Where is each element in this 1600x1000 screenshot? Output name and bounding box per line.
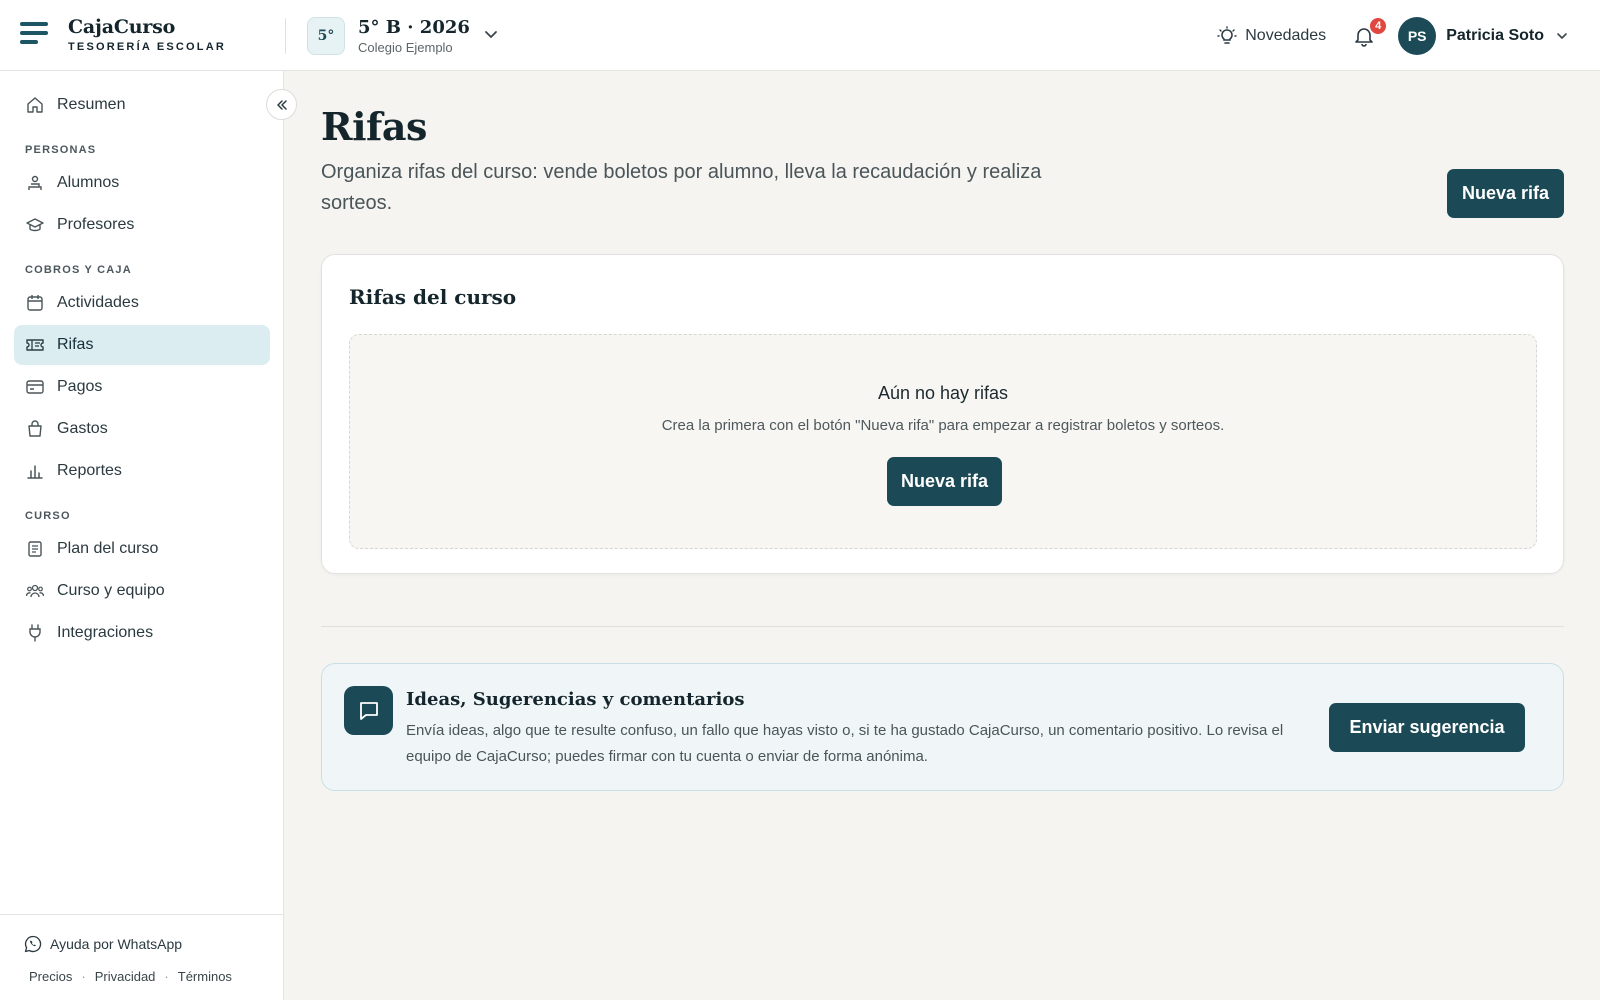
document-icon: [26, 540, 44, 558]
section-divider: [321, 626, 1564, 627]
separator: ·: [164, 969, 169, 984]
sidebar-item-resumen[interactable]: Resumen: [14, 85, 270, 125]
brand-tagline: TESORERÍA ESCOLAR: [68, 41, 227, 53]
sidebar: Resumen PERSONAS Alumnos Profesores COBR…: [0, 71, 284, 1000]
ticket-icon: [26, 336, 44, 354]
sidebar-item-gastos[interactable]: Gastos: [14, 409, 270, 449]
sidebar-item-reportes[interactable]: Reportes: [14, 451, 270, 491]
menu-icon[interactable]: [20, 22, 50, 48]
course-school: Colegio Ejemplo: [358, 40, 453, 55]
raffles-card: Rifas del curso Aún no hay rifas Crea la…: [321, 254, 1564, 574]
lightbulb-icon: [1217, 26, 1237, 44]
nav-section-cobros: COBROS Y CAJA: [25, 264, 132, 276]
whatsapp-help-link[interactable]: Ayuda por WhatsApp: [24, 935, 182, 953]
sidebar-item-integraciones[interactable]: Integraciones: [14, 613, 270, 653]
sidebar-item-label: Integraciones: [57, 624, 154, 641]
chevron-down-icon: [1557, 33, 1567, 39]
sidebar-item-plan-del-curso[interactable]: Plan del curso: [14, 529, 270, 569]
brand-name: CajaCurso: [68, 16, 176, 38]
page-description: Organiza rifas del curso: vende boletos …: [321, 161, 1042, 214]
sidebar-item-rifas[interactable]: Rifas: [14, 325, 270, 365]
separator: ·: [81, 969, 86, 984]
nav-section-curso: CURSO: [25, 510, 71, 522]
top-header: CajaCurso TESORERÍA ESCOLAR 5° 5° B · 20…: [0, 0, 1600, 71]
shopping-bag-icon: [26, 420, 44, 438]
sidebar-item-label: Actividades: [57, 294, 139, 311]
brand-logo[interactable]: CajaCurso TESORERÍA ESCOLAR: [68, 16, 226, 53]
sidebar-item-label: Plan del curso: [57, 540, 159, 557]
page-title: Rifas: [321, 104, 427, 149]
card-title: Rifas del curso: [349, 285, 517, 309]
whatsapp-label: Ayuda por WhatsApp: [50, 936, 183, 952]
empty-state-new-raffle-button[interactable]: Nueva rifa: [887, 457, 1002, 506]
sidebar-item-label: Resumen: [57, 96, 126, 113]
feedback-description: Envía ideas, algo que te resulte confuso…: [406, 722, 1284, 765]
sidebar-item-label: Curso y equipo: [57, 582, 165, 599]
legal-links: Precios · Privacidad · Términos: [29, 969, 232, 984]
terms-link[interactable]: Términos: [178, 969, 232, 984]
plug-icon: [26, 624, 44, 642]
empty-state-description: Crea la primera con el botón "Nueva rifa…: [661, 417, 1225, 434]
sidebar-item-label: Profesores: [57, 216, 135, 233]
avatar: PS: [1398, 17, 1437, 55]
send-feedback-button[interactable]: Enviar sugerencia: [1329, 703, 1525, 752]
feedback-card: Ideas, Sugerencias y comentarios Envía i…: [321, 663, 1564, 791]
header-divider: [285, 18, 286, 54]
new-raffle-button[interactable]: Nueva rifa: [1447, 169, 1564, 218]
nav-section-personas: PERSONAS: [25, 144, 97, 156]
sidebar-item-label: Rifas: [57, 336, 94, 353]
chevrons-left-icon: [276, 99, 287, 110]
sidebar-item-label: Alumnos: [57, 174, 120, 191]
chat-bubble-icon: [344, 686, 393, 735]
sidebar-item-label: Pagos: [57, 378, 103, 395]
news-button[interactable]: Novedades: [1217, 26, 1326, 46]
course-switcher[interactable]: 5° 5° B · 2026 Colegio Ejemplo: [307, 16, 498, 56]
sidebar-item-pagos[interactable]: Pagos: [14, 367, 270, 407]
bar-chart-icon: [26, 462, 44, 480]
notifications-button[interactable]: 4: [1350, 16, 1389, 50]
main-content: Rifas Organiza rifas del curso: vende bo…: [284, 71, 1600, 1000]
sidebar-nav: Resumen PERSONAS Alumnos Profesores COBR…: [14, 85, 270, 655]
sidebar-item-label: Gastos: [57, 420, 108, 437]
credit-card-icon: [26, 378, 44, 396]
sidebar-item-alumnos[interactable]: Alumnos: [14, 163, 270, 203]
graduation-cap-icon: [26, 216, 44, 234]
calendar-icon: [26, 294, 44, 312]
sidebar-item-curso-y-equipo[interactable]: Curso y equipo: [14, 571, 270, 611]
home-icon: [26, 96, 44, 114]
course-title: 5° B · 2026: [358, 17, 470, 38]
student-icon: [26, 174, 44, 192]
notification-count-badge: 4: [1368, 16, 1389, 36]
empty-state: Aún no hay rifas Crea la primera con el …: [349, 334, 1537, 549]
privacy-link[interactable]: Privacidad: [95, 969, 156, 984]
sidebar-item-profesores[interactable]: Profesores: [14, 205, 270, 245]
users-icon: [26, 582, 44, 600]
sidebar-item-actividades[interactable]: Actividades: [14, 283, 270, 323]
sidebar-item-label: Reportes: [57, 462, 122, 479]
empty-state-title: Aún no hay rifas: [877, 383, 1009, 403]
feedback-title: Ideas, Sugerencias y comentarios: [406, 689, 745, 710]
news-label: Novedades: [1245, 27, 1327, 44]
chevron-down-icon: [485, 31, 497, 38]
collapse-sidebar-button[interactable]: [266, 89, 297, 120]
user-name: Patricia Soto: [1446, 27, 1544, 44]
whatsapp-icon: [24, 935, 42, 953]
course-badge: 5°: [307, 17, 345, 55]
sidebar-footer: Ayuda por WhatsApp Precios · Privacidad …: [0, 914, 283, 1000]
user-menu[interactable]: PS Patricia Soto: [1398, 17, 1568, 55]
pricing-link[interactable]: Precios: [29, 969, 72, 984]
